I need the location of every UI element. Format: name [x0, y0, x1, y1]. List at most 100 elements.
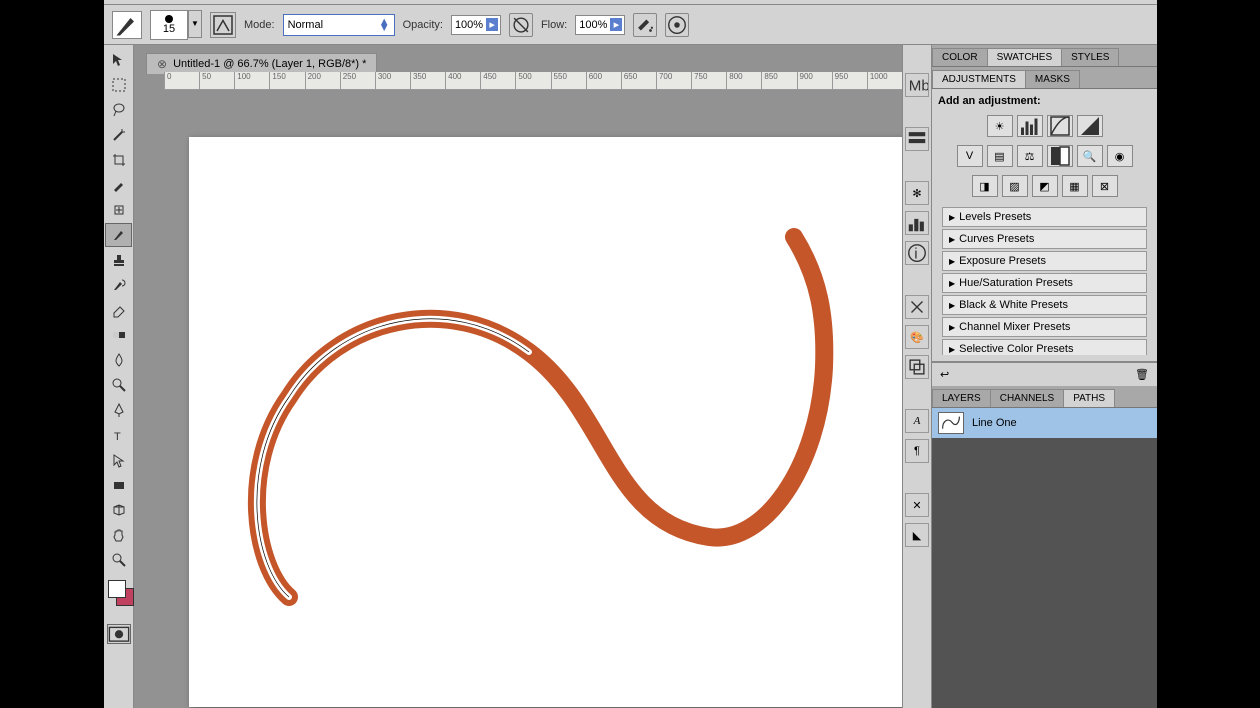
preset-item[interactable]: ▶Levels Presets — [942, 207, 1147, 227]
hand-tool[interactable] — [105, 523, 132, 547]
disclosure-triangle-icon: ▶ — [949, 323, 955, 332]
history-brush-tool[interactable] — [105, 273, 132, 297]
mini-bridge-icon[interactable]: Mb — [905, 73, 929, 97]
character-icon[interactable]: A — [905, 409, 929, 433]
ruler-tick: 500 — [515, 72, 550, 89]
gradient-map-icon[interactable]: ▦ — [1062, 175, 1088, 197]
brush-dropdown-arrow[interactable]: ▼ — [188, 10, 202, 38]
layers-tab[interactable]: LAYERS — [932, 389, 991, 407]
disclosure-triangle-icon: ▶ — [949, 257, 955, 266]
channels-tab[interactable]: CHANNELS — [990, 389, 1064, 407]
preset-item[interactable]: ▶Hue/Saturation Presets — [942, 273, 1147, 293]
tool-preset-picker[interactable] — [112, 11, 142, 39]
selective-color-icon[interactable]: ⊠ — [1092, 175, 1118, 197]
path-select-tool[interactable] — [105, 448, 132, 472]
bw-icon[interactable] — [1047, 145, 1073, 167]
paths-empty-area — [932, 438, 1157, 708]
preset-label: Selective Color Presets — [959, 343, 1073, 355]
preset-item[interactable]: ▶ Selective Color Presets — [942, 339, 1147, 355]
actions-icon[interactable]: ✕ — [905, 493, 929, 517]
path-item[interactable]: Line One — [932, 408, 1157, 438]
opacity-input[interactable]: 100% ▸ — [451, 15, 501, 35]
photo-filter-icon[interactable]: 🔍 — [1077, 145, 1103, 167]
swatches-tab[interactable]: SWATCHES — [987, 48, 1063, 66]
curves-icon[interactable] — [1047, 115, 1073, 137]
ruler-tick: 650 — [621, 72, 656, 89]
flow-input[interactable]: 100% ▸ — [575, 15, 625, 35]
hue-sat-icon[interactable]: ▤ — [987, 145, 1013, 167]
adjustment-trash-icon[interactable]: 🗑 — [1135, 368, 1149, 381]
wand-tool[interactable] — [105, 123, 132, 147]
invert-icon[interactable]: ◨ — [972, 175, 998, 197]
levels-icon[interactable] — [1017, 115, 1043, 137]
disclosure-triangle-icon: ▶ — [949, 345, 955, 354]
shape-tool[interactable] — [105, 473, 132, 497]
3d-tool[interactable] — [105, 498, 132, 522]
blend-mode-select[interactable]: Normal ▲▼ — [283, 14, 395, 36]
document-tab[interactable]: ⊗ Untitled-1 @ 66.7% (Layer 1, RGB/8*) * — [146, 53, 377, 74]
disclosure-triangle-icon: ▶ — [949, 235, 955, 244]
crop-tool[interactable] — [105, 148, 132, 172]
styles-tab[interactable]: STYLES — [1061, 48, 1119, 66]
vibrance-icon[interactable]: V — [957, 145, 983, 167]
move-tool[interactable] — [105, 48, 132, 72]
eraser-tool[interactable] — [105, 298, 132, 322]
preset-item[interactable]: ▶Channel Mixer Presets — [942, 317, 1147, 337]
airbrush-icon[interactable] — [633, 13, 657, 37]
exposure-icon[interactable] — [1077, 115, 1103, 137]
eyedropper-tool[interactable] — [105, 173, 132, 197]
brush-preset-picker[interactable]: 15 — [150, 10, 188, 40]
threshold-icon[interactable]: ◩ — [1032, 175, 1058, 197]
brush-presets-icon[interactable]: ✻ — [905, 181, 929, 205]
brush-panel-toggle[interactable] — [210, 12, 236, 38]
history-icon[interactable] — [905, 127, 929, 151]
pen-tool[interactable] — [105, 398, 132, 422]
adjustments-tab[interactable]: ADJUSTMENTS — [932, 70, 1026, 88]
document-area: ⊗ Untitled-1 @ 66.7% (Layer 1, RGB/8*) *… — [134, 45, 902, 708]
ruler-tick: 100 — [234, 72, 269, 89]
masks-tab[interactable]: MASKS — [1025, 70, 1080, 88]
brush-tool[interactable] — [105, 223, 132, 247]
ruler-tick: 550 — [551, 72, 586, 89]
histogram-icon[interactable] — [905, 211, 929, 235]
info-icon[interactable]: i — [905, 241, 929, 265]
dodge-tool[interactable] — [105, 373, 132, 397]
color-panel-tabs: COLOR SWATCHES STYLES — [932, 45, 1157, 67]
stamp-tool[interactable] — [105, 248, 132, 272]
tablet-size-icon[interactable] — [665, 13, 689, 37]
close-tab-icon[interactable]: ⊗ — [157, 57, 167, 71]
paragraph-icon[interactable]: ¶ — [905, 439, 929, 463]
preset-item[interactable]: ▶ Exposure Presets — [942, 251, 1147, 271]
zoom-tool[interactable] — [105, 548, 132, 572]
preset-label: Exposure Presets — [959, 255, 1046, 267]
clone-source-icon[interactable] — [905, 295, 929, 319]
layer-comps-icon[interactable] — [905, 355, 929, 379]
type-tool[interactable]: T — [105, 423, 132, 447]
lasso-tool[interactable] — [105, 98, 132, 122]
color-tab[interactable]: COLOR — [932, 48, 988, 66]
blur-tool[interactable] — [105, 348, 132, 372]
canvas[interactable] — [189, 137, 902, 707]
preset-item[interactable]: ▶Black & White Presets — [942, 295, 1147, 315]
posterize-icon[interactable]: ▨ — [1002, 175, 1028, 197]
tool-presets-icon[interactable]: 🎨 — [905, 325, 929, 349]
quick-mask-toggle[interactable] — [107, 624, 131, 644]
options-bar: 15 ▼ Mode: Normal ▲▼ Opacity: 100% ▸ Flo… — [104, 5, 1157, 45]
adjustment-return-icon[interactable]: ↩ — [940, 368, 949, 381]
paths-tab[interactable]: PATHS — [1063, 389, 1115, 407]
ruler-tick: 400 — [445, 72, 480, 89]
ruler-tick: 700 — [656, 72, 691, 89]
preset-label: Curves Presets — [959, 233, 1034, 245]
svg-text:T: T — [114, 431, 121, 443]
preset-item[interactable]: ▶ Curves Presets — [942, 229, 1147, 249]
brightness-contrast-icon[interactable]: ☀ — [987, 115, 1013, 137]
tablet-opacity-icon[interactable] — [509, 13, 533, 37]
path-thumbnail — [938, 412, 964, 434]
gradient-tool[interactable] — [105, 323, 132, 347]
healing-tool[interactable] — [105, 198, 132, 222]
marquee-tool[interactable] — [105, 73, 132, 97]
channel-mixer-icon[interactable]: ◉ — [1107, 145, 1133, 167]
color-balance-icon[interactable]: ⚖ — [1017, 145, 1043, 167]
notes-icon[interactable]: ◣ — [905, 523, 929, 547]
foreground-color[interactable] — [108, 580, 126, 598]
